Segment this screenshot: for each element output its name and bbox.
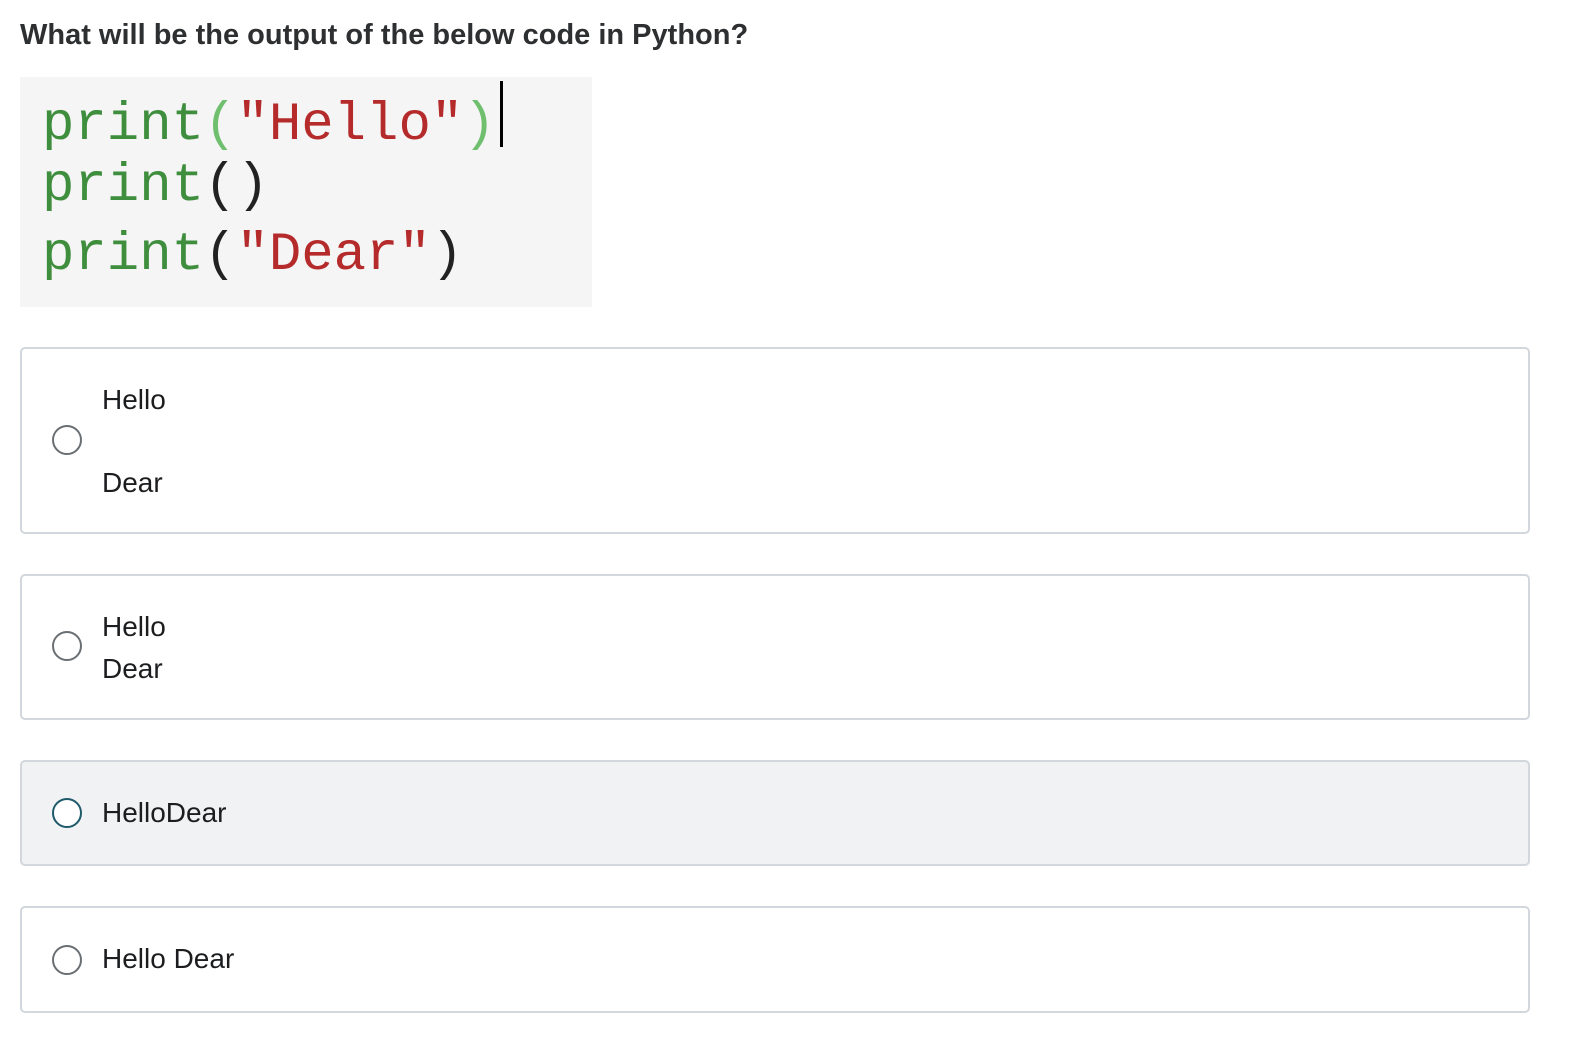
code-string: "Dear"	[236, 225, 431, 286]
code-paren-close: )	[430, 225, 464, 286]
option-text-line-1: Hello Dear	[102, 943, 235, 974]
option-text-line-1: HelloDear	[102, 797, 227, 828]
question-title: What will be the output of the below cod…	[20, 19, 749, 51]
answer-option-1[interactable]: Hello Dear	[20, 347, 1530, 534]
code-paren-open: (	[204, 225, 237, 286]
code-paren-close: )	[463, 95, 496, 156]
answer-option-2[interactable]: Hello Dear	[20, 574, 1530, 720]
answer-option-4[interactable]: Hello Dear	[20, 906, 1530, 1013]
option-text-line-1: Hello	[102, 384, 166, 415]
code-line-3: print("Dear")	[42, 221, 463, 291]
radio-button[interactable]	[52, 798, 82, 828]
radio-button[interactable]	[52, 425, 82, 455]
option-text-line-2: Dear	[102, 467, 163, 498]
option-text-line-1: Hello	[102, 611, 166, 642]
text-caret	[499, 81, 503, 147]
code-paren-open: (	[204, 156, 237, 217]
radio-button[interactable]	[52, 945, 82, 975]
code-string: "Hello"	[236, 95, 464, 156]
radio-button[interactable]	[52, 631, 82, 661]
code-keyword: print	[42, 225, 205, 286]
answer-option-3[interactable]: HelloDear	[20, 760, 1530, 866]
code-keyword: print	[42, 156, 205, 217]
code-paren-close: )	[236, 156, 269, 217]
code-keyword: print	[42, 95, 205, 156]
option-text-line-2: Dear	[102, 653, 163, 684]
code-line-1: print("Hello")	[42, 81, 503, 161]
code-snippet-image: print("Hello") print() print("Dear")	[20, 77, 592, 307]
code-paren-open: (	[204, 95, 237, 156]
code-line-2: print()	[42, 152, 269, 222]
